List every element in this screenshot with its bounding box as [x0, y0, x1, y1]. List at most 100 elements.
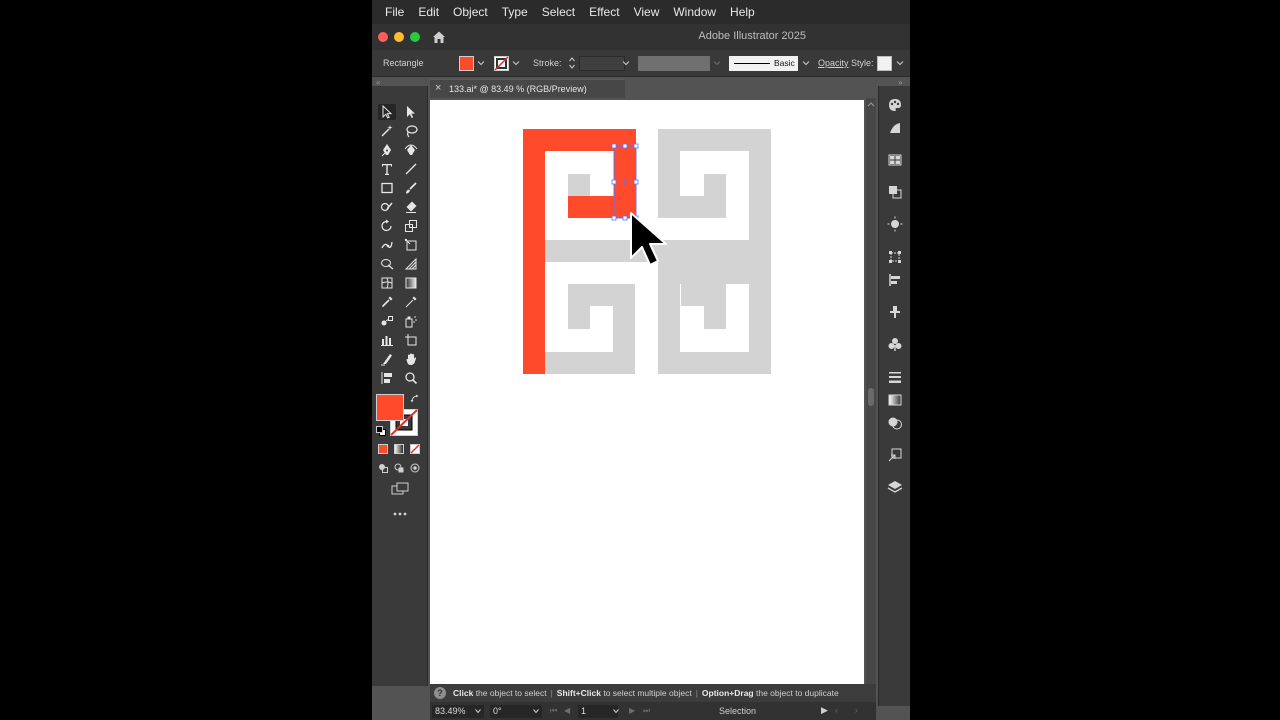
swap-fill-stroke-icon[interactable] [410, 394, 420, 404]
gradient-mode-icon[interactable] [394, 444, 404, 454]
transparency-icon[interactable] [887, 415, 903, 431]
scroll-up-icon[interactable] [867, 101, 875, 107]
rotate-tool[interactable] [378, 218, 396, 234]
first-artboard-icon[interactable]: ⏮ [550, 706, 557, 716]
scroll-right-icon[interactable]: › [855, 706, 858, 715]
brush-definition-field[interactable]: Basic [729, 56, 798, 71]
layers-icon[interactable] [887, 479, 903, 495]
menu-edit[interactable]: Edit [411, 0, 446, 24]
gray-meander-top-right[interactable] [658, 129, 771, 254]
eyedropper-tool[interactable] [378, 294, 396, 310]
swatches-icon[interactable] [887, 152, 903, 168]
stroke-swatch[interactable] [494, 56, 509, 71]
vertical-scroll-thumb[interactable] [868, 388, 874, 406]
stroke-weight-dropdown-icon[interactable] [622, 59, 630, 67]
none-mode-icon[interactable] [410, 444, 420, 454]
rotation-dropdown-icon[interactable] [533, 708, 539, 714]
puppet-pin-icon[interactable] [887, 304, 903, 320]
profile-dropdown-icon[interactable] [713, 59, 721, 67]
stroke-weight-field[interactable] [579, 56, 625, 71]
status-selection-label[interactable]: Selection [719, 706, 756, 716]
eraser-tool[interactable] [402, 199, 420, 215]
home-icon[interactable] [431, 29, 447, 45]
gray-small-square[interactable] [568, 174, 590, 196]
stroke-weight-stepper-icon[interactable] [568, 56, 576, 70]
artboard-dropdown-icon[interactable] [613, 708, 619, 714]
zoom-dropdown-icon[interactable] [475, 708, 481, 714]
draw-normal-icon[interactable] [378, 463, 388, 473]
gray-meander-bottom-left[interactable] [545, 284, 635, 374]
opacity-label[interactable]: Opacity [818, 58, 849, 68]
symbol-sprayer-tool[interactable] [402, 313, 420, 329]
menu-file[interactable]: File [378, 0, 411, 24]
slice-tool[interactable] [378, 351, 396, 367]
blend-tool[interactable] [378, 313, 396, 329]
scale-tool[interactable] [402, 218, 420, 234]
menu-help[interactable]: Help [723, 0, 762, 24]
magic-wand-tool[interactable] [378, 123, 396, 139]
gray-meander-bottom-right[interactable] [658, 262, 771, 374]
pathfinder-icon[interactable] [887, 184, 903, 200]
more-tools-icon[interactable] [393, 511, 407, 517]
hand-tool[interactable] [402, 351, 420, 367]
artboard[interactable] [430, 100, 864, 684]
help-icon[interactable]: ? [434, 687, 446, 699]
gradient-panel-icon[interactable] [887, 392, 903, 408]
status-menu-icon[interactable]: ▶ [821, 705, 828, 716]
window-close-button[interactable] [378, 32, 388, 42]
artboard-tool[interactable] [402, 332, 420, 348]
mesh-tool[interactable] [378, 275, 396, 291]
previous-artboard-icon[interactable]: ◀ [564, 706, 570, 715]
draw-inside-icon[interactable] [410, 463, 420, 473]
menu-window[interactable]: Window [666, 0, 723, 24]
draw-behind-icon[interactable] [394, 463, 404, 473]
free-transform-tool[interactable] [402, 237, 420, 253]
column-graph-tool[interactable] [378, 332, 396, 348]
selection-tool[interactable] [378, 104, 396, 120]
lasso-tool[interactable] [402, 123, 420, 139]
shape-builder-tool[interactable] [378, 256, 396, 272]
asset-export-icon[interactable] [887, 447, 903, 463]
stroke-dropdown-icon[interactable] [512, 59, 520, 67]
shaper-tool[interactable] [378, 199, 396, 215]
menu-object[interactable]: Object [446, 0, 495, 24]
print-tiling-tool[interactable] [378, 370, 396, 386]
symbols-icon[interactable] [887, 336, 903, 352]
close-document-icon[interactable]: × [435, 82, 441, 94]
graphic-style-swatch[interactable] [877, 56, 892, 71]
puppet-warp-tool[interactable] [378, 237, 396, 253]
brightness-icon[interactable] [887, 216, 903, 232]
zoom-tool[interactable] [402, 370, 420, 386]
color-guide-icon[interactable] [887, 97, 903, 113]
transform-icon[interactable] [887, 249, 903, 265]
line-segment-tool[interactable] [402, 161, 420, 177]
menu-select[interactable]: Select [535, 0, 582, 24]
fill-color-swatch[interactable] [376, 394, 404, 421]
window-minimize-button[interactable] [394, 32, 404, 42]
menu-type[interactable]: Type [495, 0, 535, 24]
perspective-grid-tool[interactable] [402, 256, 420, 272]
last-artboard-icon[interactable]: ⏭ [643, 706, 650, 716]
scroll-left-icon[interactable]: ‹ [835, 706, 838, 715]
fill-swatch[interactable] [459, 56, 474, 71]
default-fill-stroke-icon[interactable] [376, 426, 386, 436]
appearance-icon[interactable] [887, 120, 903, 136]
pen-tool[interactable] [378, 142, 396, 158]
type-tool[interactable] [378, 161, 396, 177]
screen-mode-icon[interactable] [391, 482, 409, 496]
gradient-tool[interactable] [402, 275, 420, 291]
variable-width-profile[interactable] [638, 56, 710, 71]
document-tab[interactable]: × 133.ai* @ 83.49 % (RGB/Preview) [430, 79, 625, 98]
fill-dropdown-icon[interactable] [477, 59, 485, 67]
paintbrush-tool[interactable] [402, 180, 420, 196]
vertical-scrollbar[interactable] [866, 98, 876, 698]
stroke-panel-icon[interactable] [887, 369, 903, 385]
canvas-area[interactable] [430, 98, 866, 684]
brush-dropdown-icon[interactable] [802, 59, 810, 67]
menu-effect[interactable]: Effect [582, 0, 626, 24]
menu-view[interactable]: View [627, 0, 667, 24]
measure-tool[interactable] [402, 294, 420, 310]
style-dropdown-icon[interactable] [896, 59, 904, 67]
next-artboard-icon[interactable]: ▶ [629, 706, 635, 715]
color-mode-button[interactable] [378, 444, 388, 454]
